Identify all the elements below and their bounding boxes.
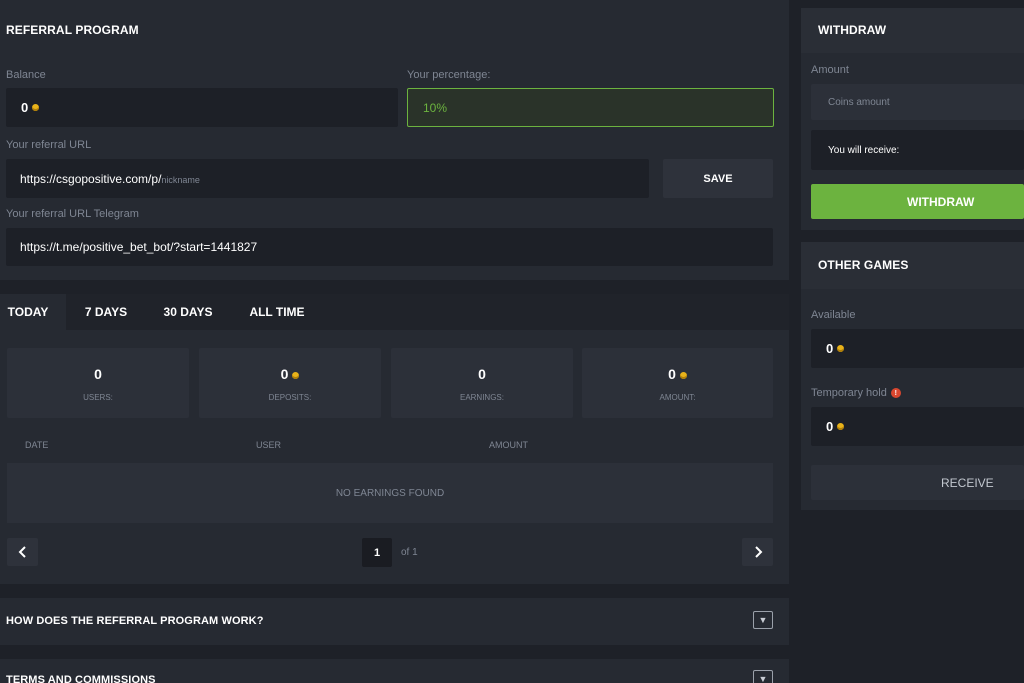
- available-label: Available: [811, 309, 856, 321]
- chevron-left-icon: [18, 546, 26, 558]
- faq-terms-row[interactable]: TERMS AND COMMISSIONS ▼: [0, 659, 789, 683]
- balance-field: 0: [6, 88, 398, 127]
- coins-amount-placeholder: Coins amount: [828, 96, 890, 108]
- chevron-down-icon[interactable]: ▼: [753, 611, 773, 629]
- receive-button[interactable]: RECEIVE: [811, 465, 1024, 500]
- stat-amount-caption: AMOUNT:: [659, 393, 696, 402]
- percentage-value: 10%: [423, 100, 448, 115]
- coin-icon: [837, 423, 845, 430]
- coin-icon: [292, 371, 300, 379]
- next-page-button[interactable]: [742, 538, 773, 566]
- referral-title: REFERRAL PROGRAM: [6, 23, 139, 37]
- chevron-down-icon[interactable]: ▼: [753, 670, 773, 683]
- empty-state: NO EARNINGS FOUND: [7, 463, 773, 523]
- withdraw-title: WITHDRAW: [818, 23, 887, 37]
- referral-url-label: Your referral URL: [6, 139, 92, 151]
- tab-today[interactable]: TODAY: [0, 294, 56, 330]
- referral-url-placeholder: nickname: [161, 174, 200, 185]
- referral-panel: REFERRAL PROGRAM Balance 0 Your percenta…: [0, 0, 789, 280]
- available-value: 0: [826, 341, 834, 356]
- tab-30-days[interactable]: 30 DAYS: [152, 294, 224, 330]
- column-date: DATE: [25, 440, 49, 450]
- referral-url-prefix: https://csgopositive.com/p/: [20, 171, 162, 186]
- column-amount: AMOUNT: [489, 440, 528, 450]
- stats-panel: [0, 294, 789, 584]
- faq-how-title: HOW DOES THE REFERRAL PROGRAM WORK?: [6, 615, 264, 627]
- chevron-right-icon: [754, 546, 762, 558]
- withdraw-button[interactable]: WITHDRAW: [811, 184, 1024, 219]
- faq-terms-title: TERMS AND COMMISSIONS: [6, 674, 156, 683]
- prev-page-button[interactable]: [7, 538, 38, 566]
- coin-icon: [679, 371, 687, 379]
- percentage-label: Your percentage:: [407, 69, 491, 81]
- stat-deposits-caption: DEPOSITS:: [268, 393, 312, 402]
- coin-icon: [32, 104, 40, 111]
- telegram-url-value: https://t.me/positive_bet_bot/?start=144…: [20, 240, 258, 254]
- receive-text: You will receive:: [828, 144, 900, 156]
- balance-value: 0: [21, 100, 29, 115]
- page-of: of 1: [401, 547, 418, 558]
- page-number[interactable]: 1: [362, 538, 392, 567]
- info-icon[interactable]: !: [890, 388, 901, 398]
- save-button[interactable]: SAVE: [663, 159, 773, 198]
- column-user: USER: [256, 440, 282, 450]
- other-games-title: OTHER GAMES: [818, 258, 909, 272]
- stat-users-caption: USERS:: [83, 393, 113, 402]
- stat-card-users: 0 USERS:: [7, 348, 189, 418]
- temporary-hold-value: 0: [826, 419, 834, 434]
- coins-amount-input[interactable]: Coins amount: [811, 84, 1024, 120]
- available-field: 0: [811, 329, 1024, 368]
- temporary-hold-label: Temporary hold !: [811, 387, 901, 399]
- stat-card-earnings: 0 EARNINGS:: [391, 348, 573, 418]
- empty-state-text: NO EARNINGS FOUND: [335, 487, 445, 499]
- amount-label: Amount: [811, 64, 849, 76]
- tab-7-days[interactable]: 7 DAYS: [74, 294, 138, 330]
- stat-deposits-value: 0: [199, 366, 381, 382]
- telegram-url-label: Your referral URL Telegram: [6, 208, 139, 220]
- stat-amount-value: 0: [582, 366, 773, 382]
- tab-all-time[interactable]: ALL TIME: [238, 294, 316, 330]
- stat-earnings-value: 0: [478, 366, 486, 382]
- coin-icon: [837, 345, 845, 352]
- referral-url-input[interactable]: https://csgopositive.com/p/ nickname: [6, 159, 649, 198]
- percentage-field: 10%: [407, 88, 774, 127]
- balance-label: Balance: [6, 69, 46, 81]
- receive-info: You will receive:: [811, 130, 1024, 170]
- stat-card-amount: 0 AMOUNT:: [582, 348, 773, 418]
- stat-card-deposits: 0 DEPOSITS:: [199, 348, 381, 418]
- telegram-url-field[interactable]: https://t.me/positive_bet_bot/?start=144…: [6, 228, 773, 266]
- stat-earnings-caption: EARNINGS:: [459, 393, 504, 402]
- stat-users-value: 0: [94, 366, 102, 382]
- faq-how-row[interactable]: HOW DOES THE REFERRAL PROGRAM WORK? ▼: [0, 598, 789, 645]
- temporary-hold-field: 0: [811, 407, 1024, 446]
